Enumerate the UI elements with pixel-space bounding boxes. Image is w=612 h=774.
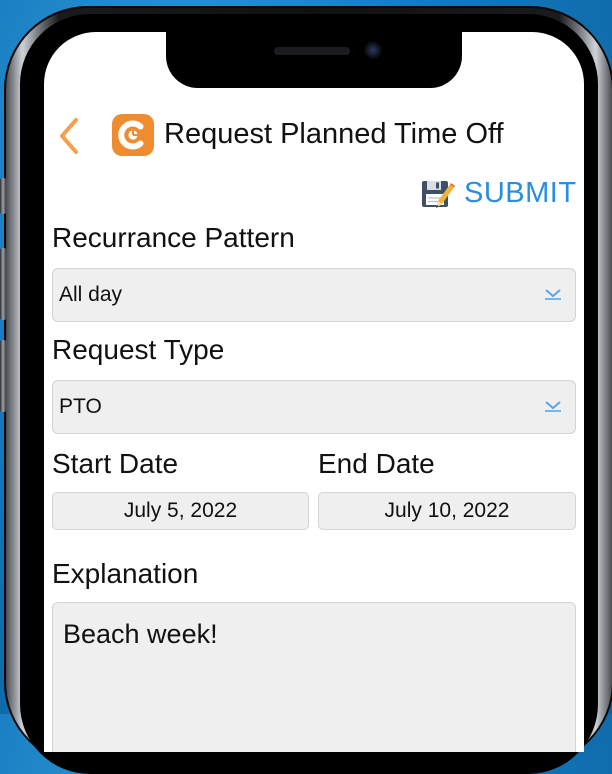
- chevron-down-icon: [545, 401, 561, 412]
- recurrence-pattern-label: Recurrance Pattern: [52, 222, 295, 253]
- clock-app-icon: [112, 114, 154, 156]
- end-date-label: End Date: [318, 448, 435, 479]
- save-edit-icon: [422, 181, 455, 208]
- chevron-down-icon: [545, 289, 561, 300]
- phone-volume-up-button: [0, 248, 6, 320]
- recurrence-pattern-value: All day: [59, 283, 123, 306]
- phone-silent-switch: [0, 178, 6, 214]
- phone-volume-down-button: [0, 340, 6, 412]
- start-date-label: Start Date: [52, 448, 179, 479]
- page-title: Request Planned Time Off: [164, 118, 504, 150]
- request-type-select[interactable]: PTO: [52, 380, 576, 434]
- explanation-textarea[interactable]: Beach week!: [52, 602, 576, 752]
- app-screen: Request Planned Time Off SUBMIT Recurran…: [44, 32, 584, 752]
- app-header: Request Planned Time Off: [44, 112, 584, 160]
- submit-button[interactable]: SUBMIT: [420, 172, 577, 214]
- recurrence-pattern-select[interactable]: All day: [52, 268, 576, 322]
- request-type-value: PTO: [59, 395, 102, 418]
- speaker-grille: [274, 47, 350, 55]
- request-type-label: Request Type: [52, 334, 225, 365]
- front-camera: [364, 41, 382, 59]
- phone-notch: [166, 32, 462, 88]
- chevron-left-icon: [60, 118, 78, 154]
- end-date-picker[interactable]: July 10, 2022: [318, 492, 576, 530]
- explanation-label: Explanation: [52, 558, 199, 589]
- start-date-picker[interactable]: July 5, 2022: [52, 492, 309, 530]
- back-button[interactable]: [54, 114, 84, 158]
- submit-label: SUBMIT: [464, 176, 577, 209]
